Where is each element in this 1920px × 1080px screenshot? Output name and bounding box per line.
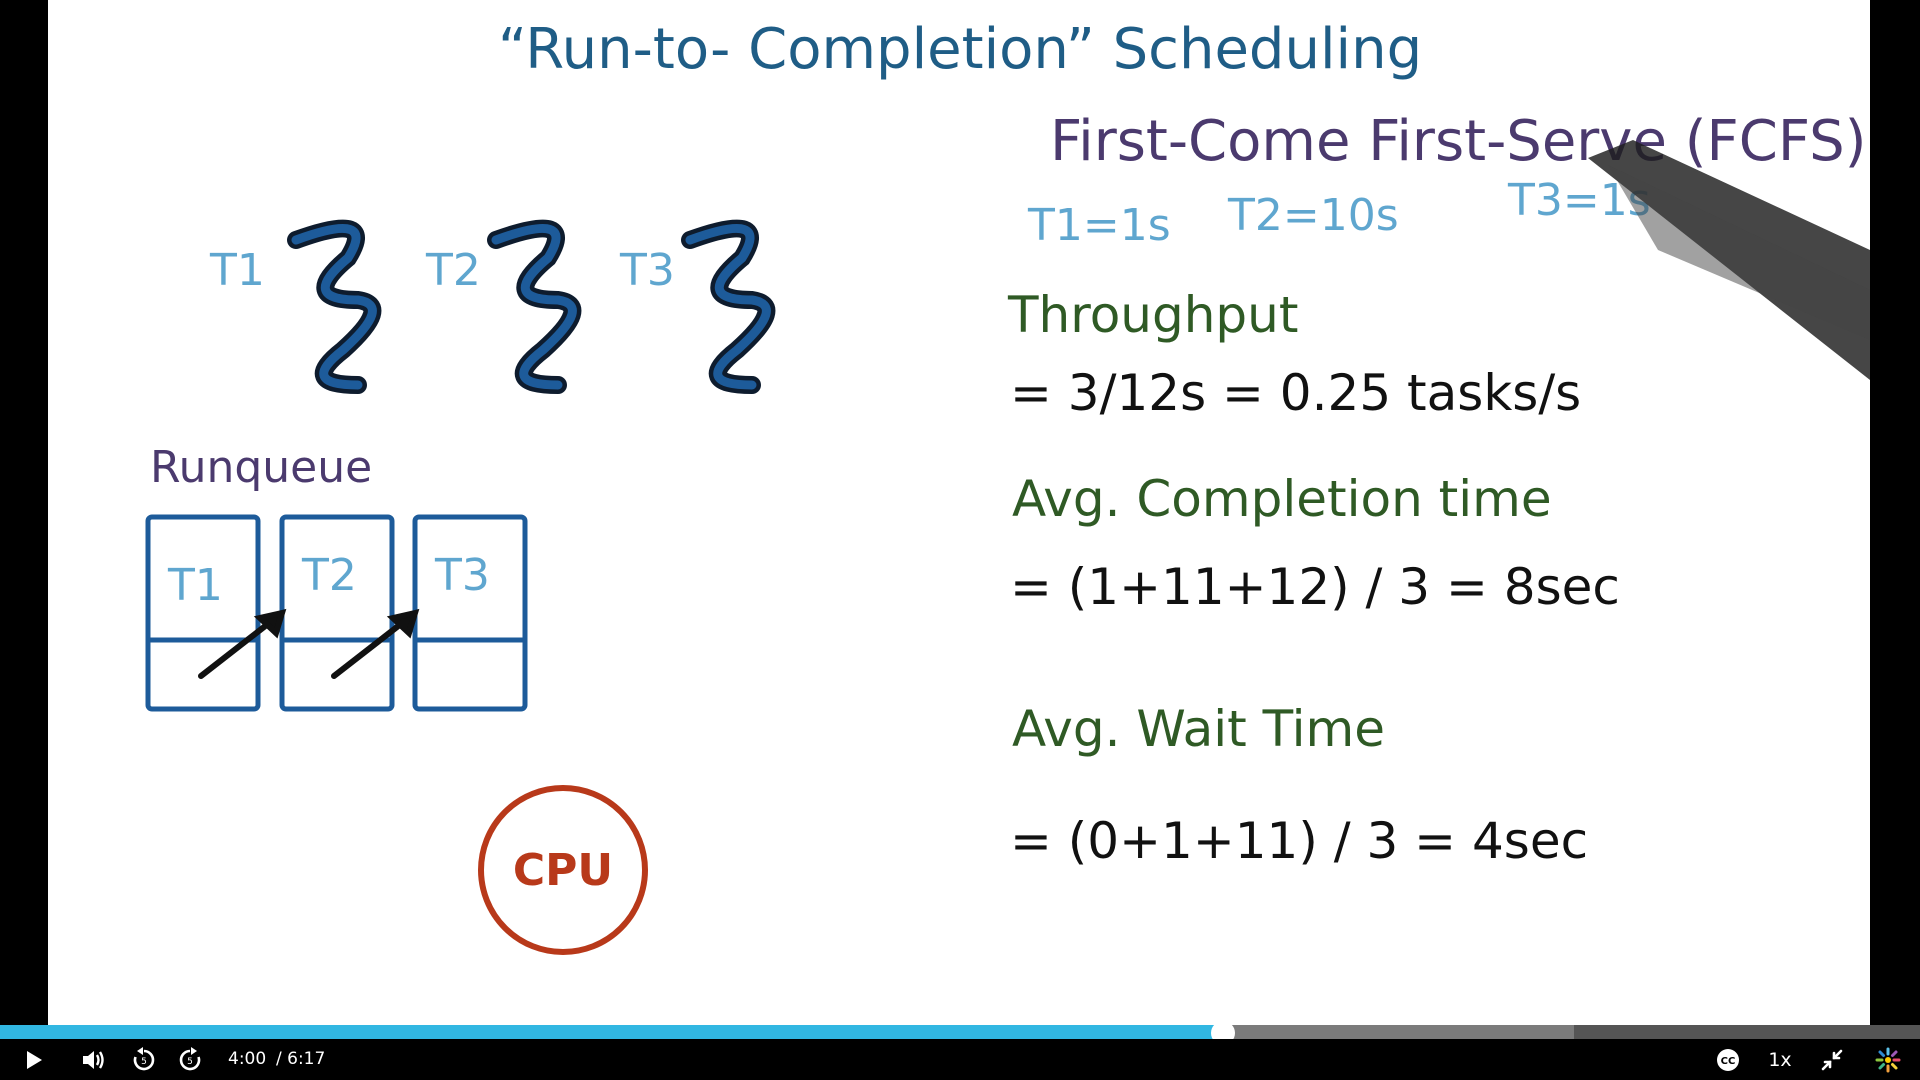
brand-logo[interactable] [1870,1039,1906,1080]
queue-node-t2 [279,514,395,712]
task-time-t2: T2=10s [1227,190,1399,241]
play-button[interactable] [16,1039,52,1080]
svg-text:5: 5 [141,1057,147,1067]
queue-item-label: T3 [434,550,490,601]
volume-button[interactable] [76,1039,112,1080]
queue-arrow [198,608,287,679]
lecture-whiteboard: “Run-to- Completion” Scheduling First-Co… [145,17,1870,955]
svg-text:CC: CC [1721,1056,1736,1067]
closed-captions-button[interactable]: CC [1710,1039,1746,1080]
wait-heading: Avg. Wait Time [1012,700,1385,758]
current-time: 4:00 [228,1049,267,1069]
thread-label: T2 [425,245,481,296]
thread-label: T3 [619,245,675,296]
thread-t3: T3 [619,219,776,394]
algorithm-heading: First-Come First-Serve (FCFS) [1050,109,1866,174]
playback-speed-label: 1x [1768,1048,1792,1071]
thread-label: T1 [209,245,265,296]
seek-bar[interactable] [0,1021,1920,1045]
queue-node-t1 [145,514,261,712]
queue-item-label: T1 [167,560,223,611]
throughput-formula: = 3/12s = 0.25 tasks/s [1010,364,1581,422]
queue-item-label: T2 [301,550,357,601]
svg-text:5: 5 [187,1057,193,1067]
runqueue [145,514,528,712]
lecture-title: “Run-to- Completion” Scheduling [498,17,1422,82]
total-time: / 6:17 [276,1049,326,1069]
wait-formula: = (0+1+11) / 3 = 4sec [1010,812,1588,870]
video-frame[interactable]: “Run-to- Completion” Scheduling First-Co… [48,0,1870,1026]
completion-heading: Avg. Completion time [1012,470,1552,528]
played-progress [0,1025,1224,1039]
queue-arrow [331,608,420,679]
exit-fullscreen-button[interactable] [1814,1039,1850,1080]
forward-button[interactable]: 5 [172,1039,208,1080]
queue-node-t3 [412,514,528,712]
rewind-button[interactable]: 5 [126,1039,162,1080]
thread-t1: T1 [209,219,382,394]
player-control-bar: 5 5 4:00 / 6:17 CC 1x [0,1039,1920,1080]
runqueue-label: Runqueue [150,442,372,493]
completion-formula: = (1+11+12) / 3 = 8sec [1010,558,1620,616]
volume-icon [81,1048,107,1072]
rewind-icon: 5 [131,1046,157,1073]
throughput-heading: Throughput [1007,286,1298,344]
closed-captions-icon: CC [1715,1048,1741,1072]
brand-logo-icon [1875,1047,1901,1073]
cpu-circle: CPU [478,785,648,955]
play-icon [24,1049,44,1071]
cpu-label: CPU [513,845,613,896]
exit-fullscreen-icon [1820,1048,1844,1072]
playback-speed-button[interactable]: 1x [1762,1039,1798,1080]
pen-image [1588,140,1870,380]
forward-icon: 5 [177,1046,203,1073]
task-time-t1: T1=1s [1027,200,1171,251]
thread-t2: T2 [425,219,582,394]
